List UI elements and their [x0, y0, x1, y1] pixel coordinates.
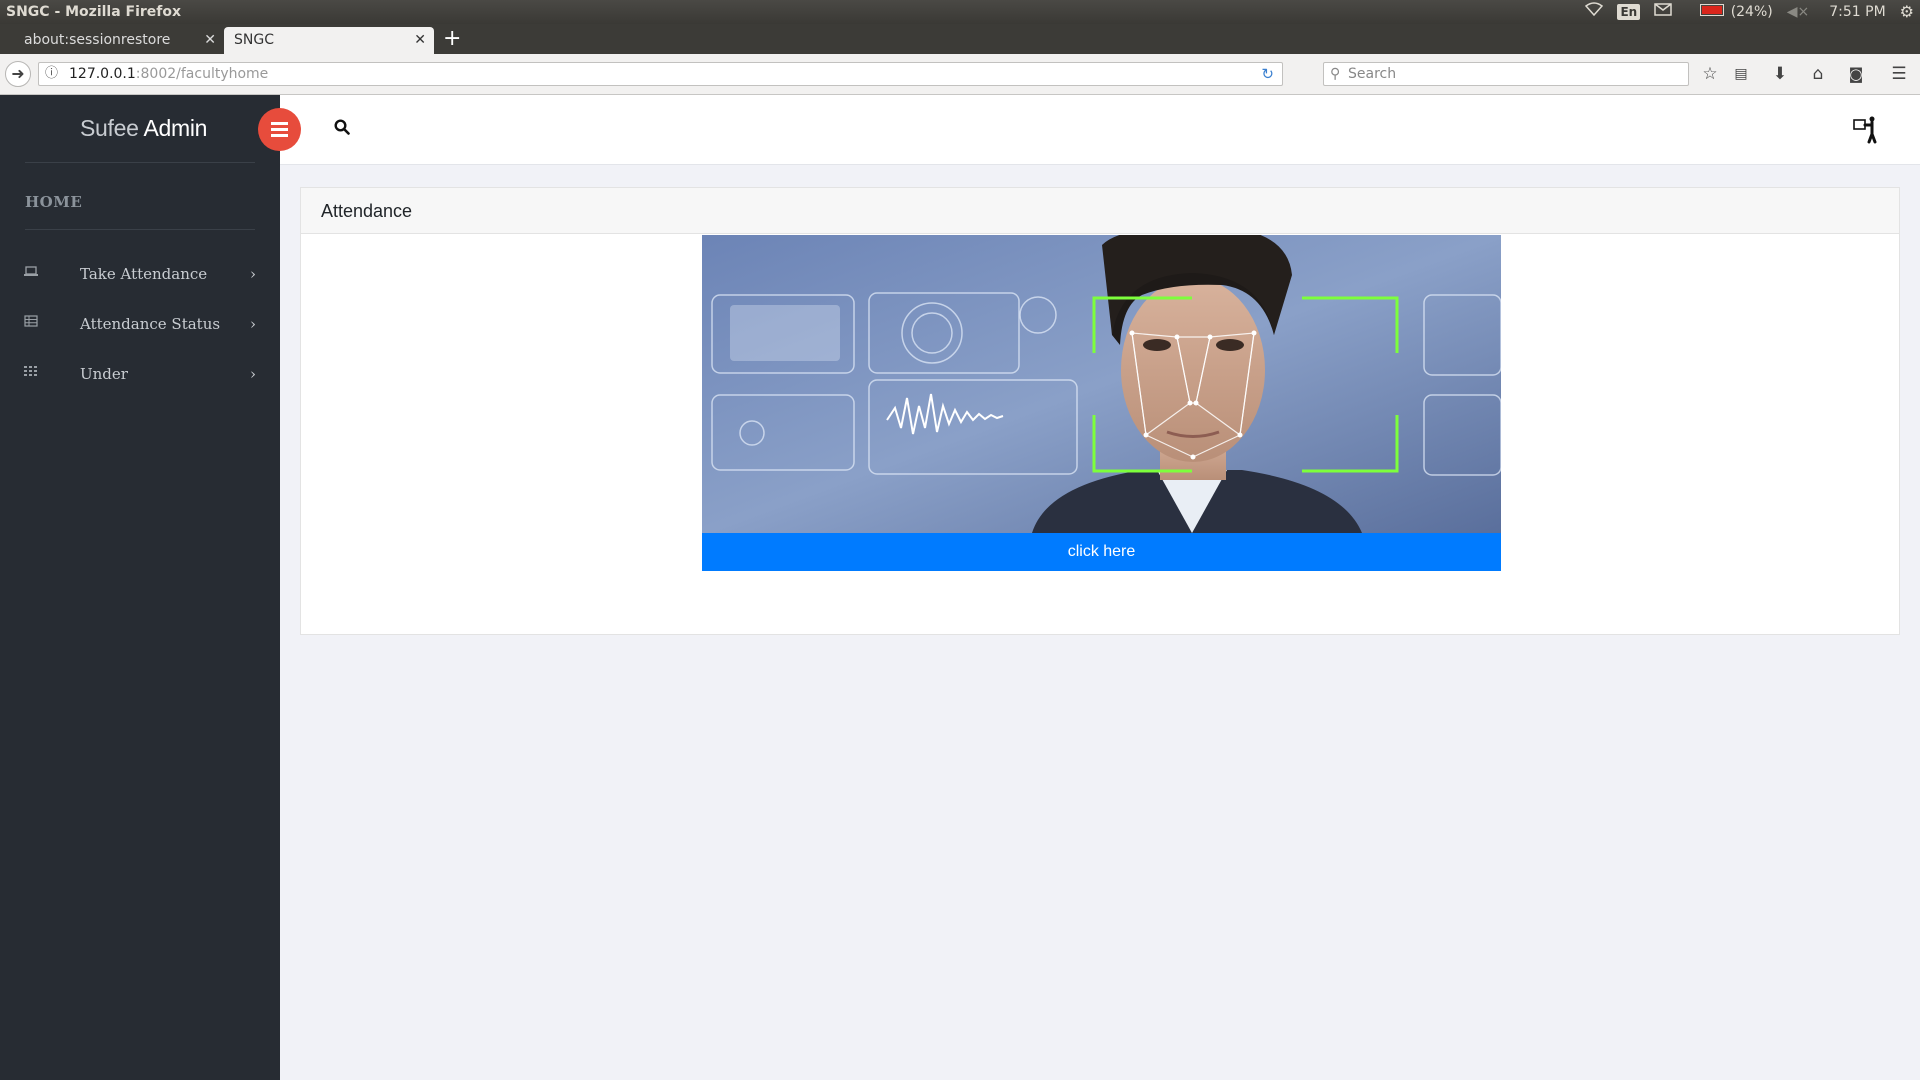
sidebar-item-label: Under — [80, 365, 128, 383]
laptop-icon — [24, 254, 38, 294]
wifi-icon[interactable] — [1585, 0, 1604, 24]
reading-list-icon[interactable]: ▤ — [1729, 62, 1753, 86]
clock[interactable]: 7:51 PM — [1829, 0, 1885, 24]
url-text: 127.0.0.1:8002/facultyhome — [69, 63, 268, 85]
reload-icon[interactable]: ↻ — [1261, 63, 1274, 85]
tab-label: SNGC — [234, 32, 274, 48]
close-tab-icon[interactable]: ✕ — [204, 27, 216, 54]
header-search-icon[interactable] — [334, 119, 350, 140]
tab-label: about:sessionrestore — [24, 32, 171, 48]
sidebar-item-attendance-status[interactable]: Attendance Status › — [0, 304, 280, 344]
sidebar-item-label: Attendance Status — [80, 315, 221, 333]
logout-icon[interactable] — [1852, 114, 1882, 144]
sidebar-item-under[interactable]: Under › — [0, 354, 280, 394]
search-placeholder: Search — [1348, 66, 1397, 82]
face-recognition-image — [702, 235, 1501, 533]
os-indicators: En (24%) ◀× 7:51 PM ⚙ — [1571, 0, 1920, 24]
brand-divider — [25, 162, 255, 163]
menu-toggle-button[interactable] — [258, 108, 301, 151]
back-arrow-icon[interactable]: ➜ — [5, 61, 31, 87]
url-path: :8002/facultyhome — [135, 66, 269, 82]
volume-muted-icon[interactable]: ◀× — [1787, 0, 1810, 24]
browser-toolbar: ➜ ⓘ 127.0.0.1:8002/facultyhome ↻ ⚲ Searc… — [0, 54, 1920, 95]
brand-logo[interactable]: Sufee Admin — [80, 115, 207, 142]
grid-icon — [24, 354, 38, 394]
hamburger-menu-icon[interactable]: ☰ — [1887, 62, 1911, 86]
chevron-right-icon: › — [250, 265, 256, 283]
browser-tab-strip: about:sessionrestore ✕ SNGC ✕ — [0, 24, 1920, 54]
brand-bold: Admin — [143, 115, 208, 141]
sidebar: Sufee Admin HOME Take Attendance › Atten… — [0, 95, 280, 1080]
brand-light: Sufee — [80, 115, 139, 141]
sidebar-item-label: Take Attendance — [80, 265, 208, 283]
sidebar-item-take-attendance[interactable]: Take Attendance › — [0, 254, 280, 294]
card-title: Attendance — [301, 188, 1899, 234]
menu-toggle-icon — [271, 122, 288, 137]
battery-icon — [1700, 4, 1725, 16]
tab-sngc[interactable]: SNGC ✕ — [224, 27, 434, 54]
attendance-card: Attendance click here — [300, 187, 1900, 635]
site-info-icon[interactable]: ⓘ — [45, 63, 58, 85]
click-here-button[interactable]: click here — [702, 533, 1501, 571]
chevron-right-icon: › — [250, 315, 256, 333]
browser-search-input[interactable]: ⚲ Search — [1323, 62, 1689, 86]
url-bar[interactable]: ⓘ 127.0.0.1:8002/facultyhome ↻ — [38, 62, 1283, 86]
bookmark-star-icon[interactable]: ☆ — [1698, 62, 1722, 86]
download-icon[interactable]: ⬇ — [1768, 62, 1792, 86]
tab-session-restore[interactable]: about:sessionrestore ✕ — [6, 27, 224, 54]
pocket-icon[interactable]: ◙ — [1844, 62, 1868, 86]
menu-section-title: HOME — [25, 193, 83, 211]
battery-indicator[interactable]: (24%) — [1686, 0, 1773, 24]
chevron-right-icon: › — [250, 365, 256, 383]
top-header — [280, 95, 1920, 165]
table-icon — [24, 304, 38, 344]
search-icon: ⚲ — [1330, 66, 1341, 82]
url-host: 127.0.0.1 — [69, 66, 136, 82]
close-tab-icon[interactable]: ✕ — [414, 27, 426, 54]
window-title: SNGC - Mozilla Firefox — [6, 4, 182, 20]
keyboard-layout-indicator[interactable]: En — [1617, 4, 1641, 20]
mail-icon[interactable] — [1654, 0, 1672, 24]
new-tab-plus-icon[interactable]: + — [443, 24, 461, 54]
home-icon[interactable]: ⌂ — [1806, 62, 1830, 86]
os-top-bar: SNGC - Mozilla Firefox En (24%) ◀× 7:51 … — [0, 0, 1920, 24]
settings-gear-icon[interactable]: ⚙ — [1900, 0, 1914, 24]
menu-divider — [25, 229, 255, 230]
battery-percent: (24%) — [1730, 4, 1773, 20]
